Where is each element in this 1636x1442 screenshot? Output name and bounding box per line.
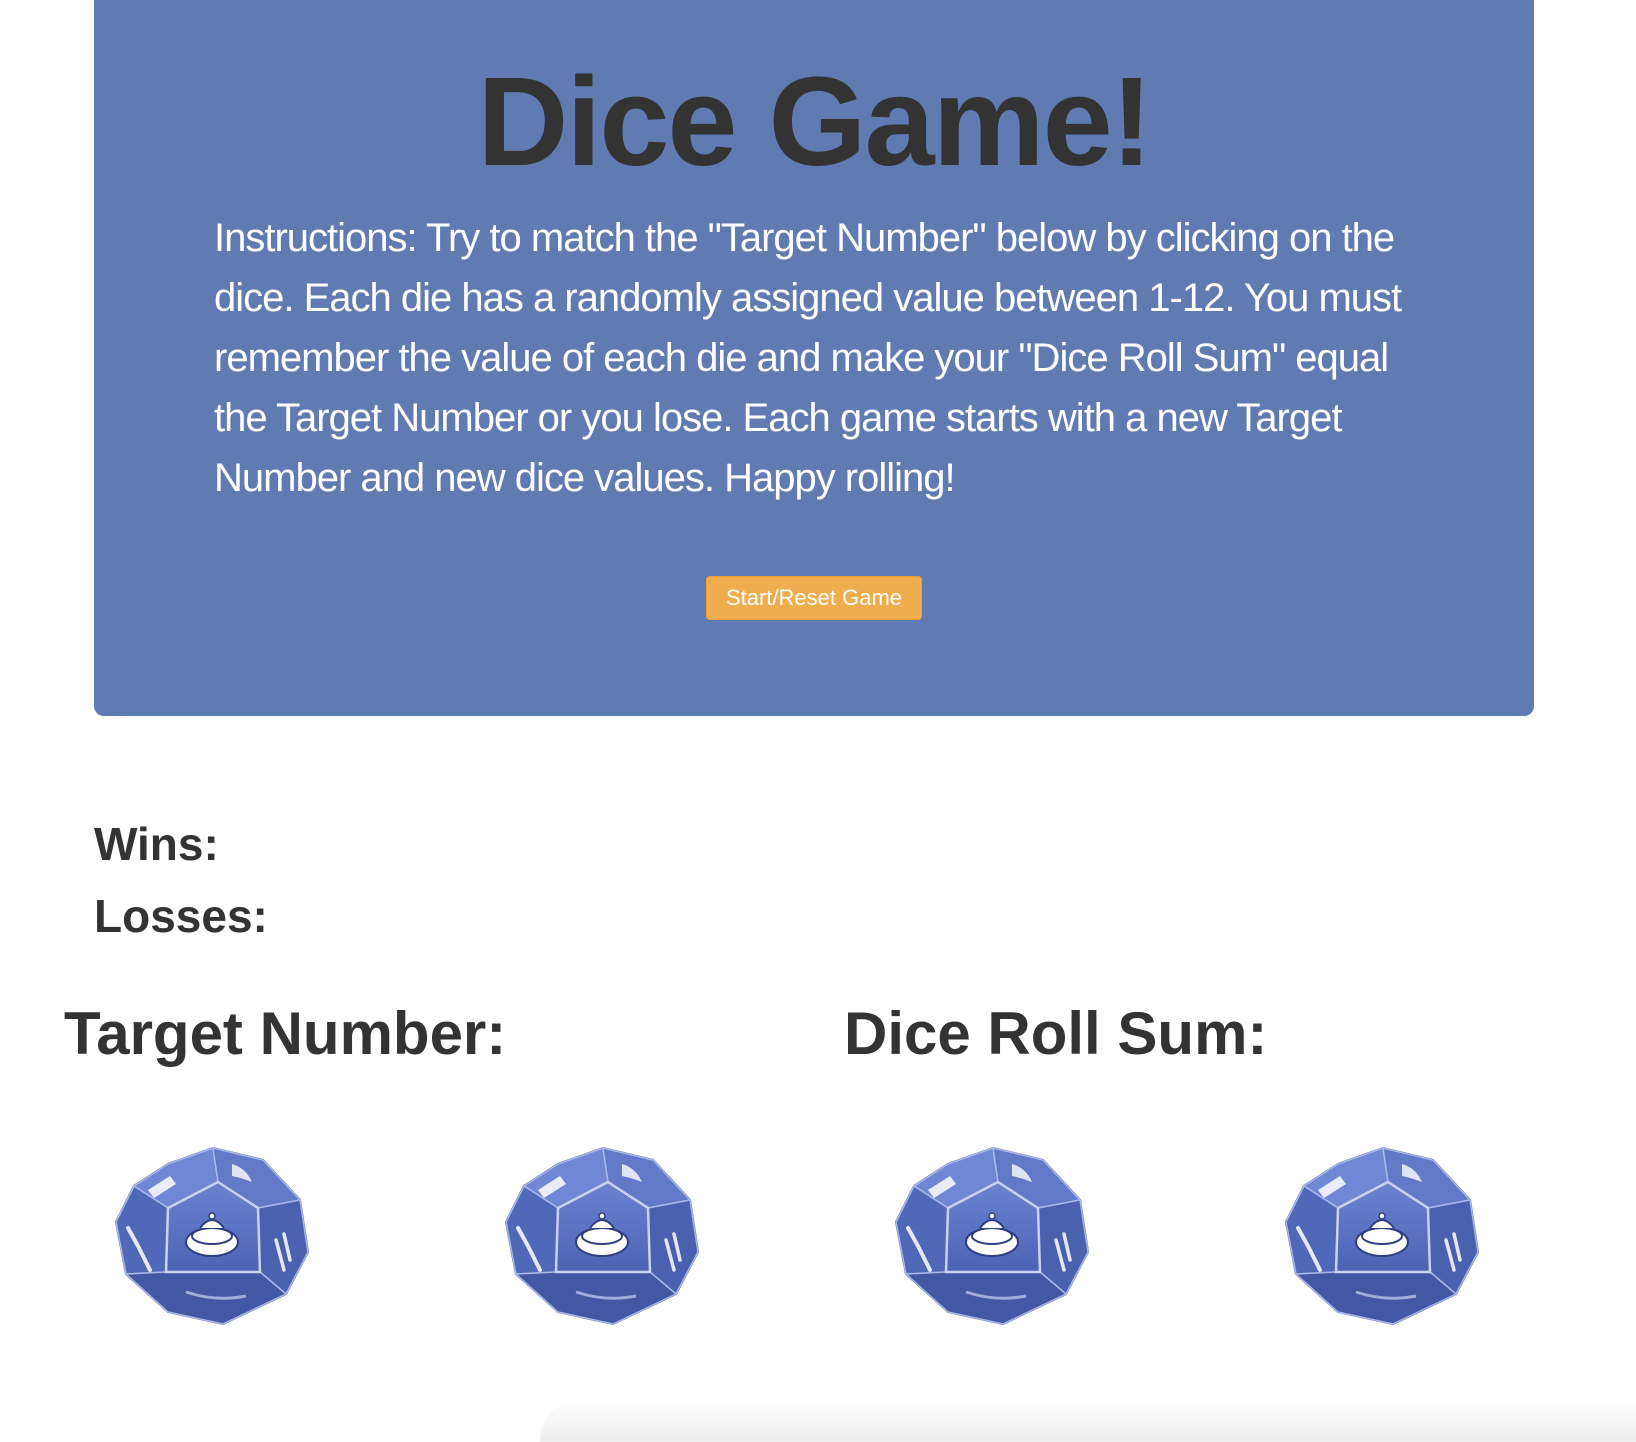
wins-stat: Wins: [94, 816, 231, 872]
die-button-2[interactable] [498, 1142, 708, 1332]
die-button-4[interactable] [1278, 1142, 1488, 1332]
page: Dice Game! Instructions: Try to match th… [0, 0, 1636, 1442]
losses-stat: Losses: [94, 888, 280, 944]
dodecahedron-die-icon [504, 1146, 700, 1326]
dodecahedron-die-icon [1284, 1146, 1480, 1326]
die-button-1[interactable] [108, 1142, 318, 1332]
page-title: Dice Game! [477, 51, 1152, 192]
instructions-text: Instructions: Try to match the "Target N… [214, 216, 1402, 500]
bottom-shadow [540, 1400, 1636, 1442]
wins-label: Wins: [94, 818, 219, 870]
target-number-label: Target Number: [64, 1000, 507, 1067]
jumbotron: Dice Game! Instructions: Try to match th… [94, 0, 1534, 716]
target-number: Target Number: [64, 998, 520, 1070]
dice-roll-sum: Dice Roll Sum: [844, 998, 1281, 1070]
losses-label: Losses: [94, 890, 268, 942]
dodecahedron-die-icon [114, 1146, 310, 1326]
start-reset-button[interactable]: Start/Reset Game [706, 576, 922, 620]
die-button-3[interactable] [888, 1142, 1098, 1332]
dice-roll-sum-label: Dice Roll Sum: [844, 1000, 1268, 1067]
dodecahedron-die-icon [894, 1146, 1090, 1326]
